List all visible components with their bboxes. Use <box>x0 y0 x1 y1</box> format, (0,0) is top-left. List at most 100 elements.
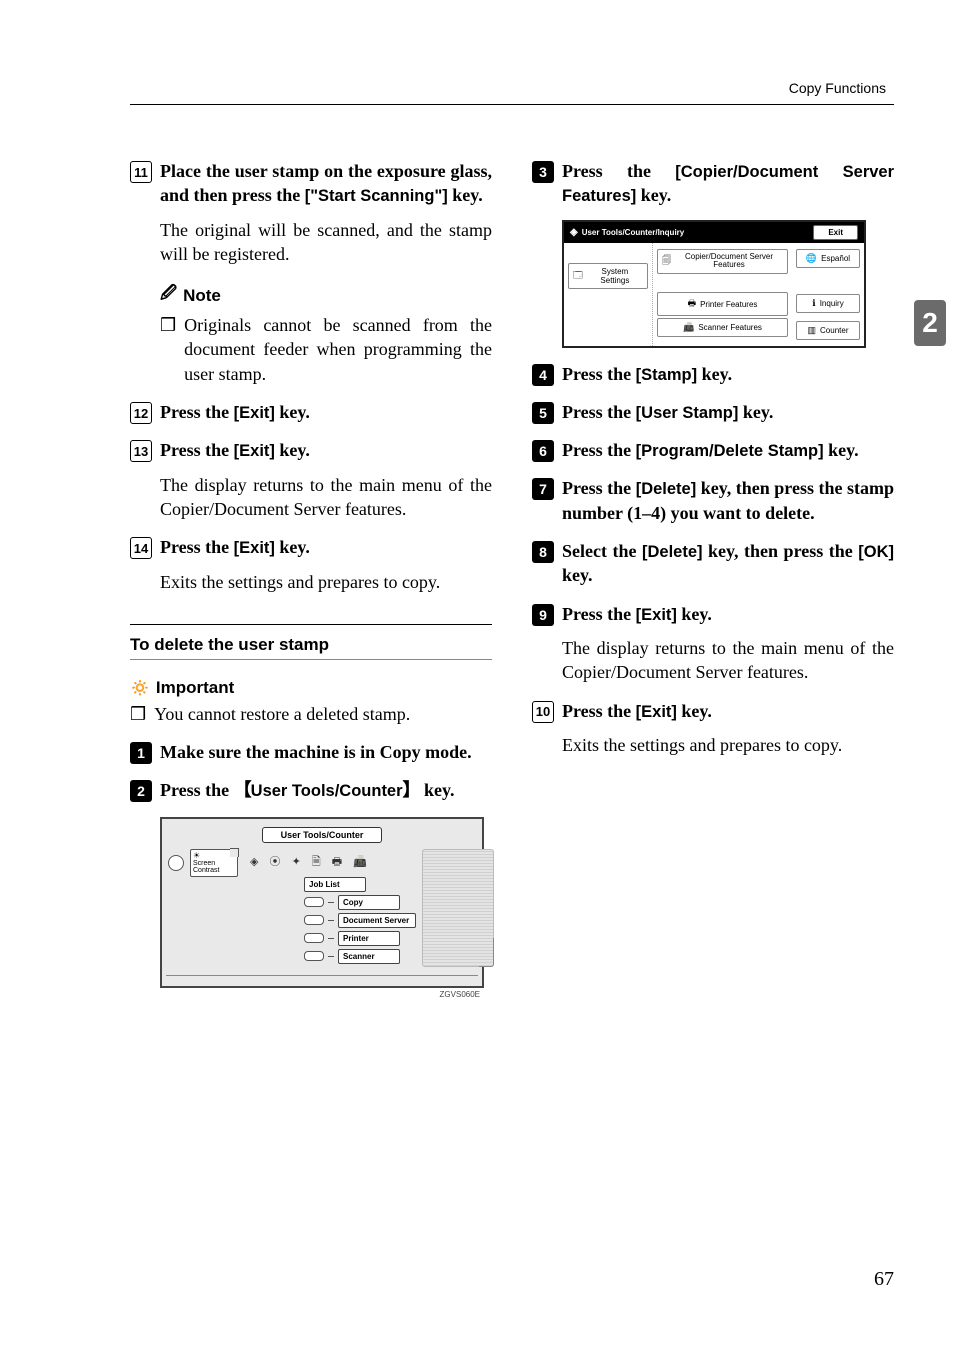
panel-status-icons: ◈ ⦿ ✦ 🗎 🖶 📠 <box>244 849 416 872</box>
screen-copier-features-button: 🗐 Copier/Document Server Features <box>657 249 788 275</box>
step-6: 6 Press the [Program/Delete Stamp] key. <box>532 438 894 462</box>
scanner-icon: 📠 <box>683 322 694 333</box>
step-4: 4 Press the [Stamp] key. <box>532 362 894 386</box>
diamond-icon: ◈ <box>570 227 578 238</box>
step-10: 10 Press the [Exit] key. <box>532 699 894 723</box>
note-label: Note <box>183 286 221 306</box>
step-11-key: ["Start Scanning"] <box>305 187 448 205</box>
step-6-text-a: Press the <box>562 440 636 460</box>
step-8: 8 Select the [Delete] key, then press th… <box>532 539 894 588</box>
step-number-12: 12 <box>130 402 152 424</box>
step-9-key: [Exit] <box>636 606 677 624</box>
step-number-10: 10 <box>532 701 554 723</box>
step-number-2: 2 <box>130 780 152 802</box>
step-12-text-a: Press the <box>160 402 234 422</box>
step-5-key: [User Stamp] <box>636 404 739 422</box>
step-number-13: 13 <box>130 440 152 462</box>
step-14: 14 Press the [Exit] key. <box>130 535 492 559</box>
step-13: 13 Press the [Exit] key. <box>130 438 492 462</box>
step-4-key: [Stamp] <box>636 366 697 384</box>
step-4-text-a: Press the <box>562 364 636 384</box>
screen-scanner-features-button: 📠 Scanner Features <box>657 318 788 337</box>
step-1-text: Make sure the machine is in Copy mode. <box>160 742 472 762</box>
chapter-tab: 2 <box>914 300 946 346</box>
step-number-11: 11 <box>130 161 152 183</box>
step-13-text-b: key. <box>275 440 310 460</box>
step-number-14: 14 <box>130 537 152 559</box>
step-2: 2 Press the 【User Tools/Counter】 key. <box>130 778 492 802</box>
step-3-text-b: key. <box>636 185 671 205</box>
step-7-text-a: Press the <box>562 478 636 498</box>
step-14-key: [Exit] <box>234 539 275 557</box>
step-5-text-b: key. <box>738 402 773 422</box>
step-12-key: [Exit] <box>234 404 275 422</box>
step-7-key1: [Delete] <box>636 480 697 498</box>
step-11-text-b: key. <box>448 185 483 205</box>
screen-language-button: 🌐 Español <box>796 249 860 268</box>
figure-code: ZGVS060E <box>160 990 480 999</box>
step-6-key: [Program/Delete Stamp] <box>636 442 824 460</box>
step-number-4: 4 <box>532 364 554 386</box>
screen-counter-button: ▥ Counter <box>796 321 860 340</box>
step-10-text-a: Press the <box>562 701 636 721</box>
step-8-text-b: key, then press the <box>703 541 859 561</box>
important-label: Important <box>156 678 234 698</box>
panel-scanner-button: Scanner <box>338 949 400 964</box>
step-7: 7 Press the [Delete] key, then press the… <box>532 476 894 525</box>
led-icon <box>304 897 324 907</box>
screen-inquiry-button: ℹ Inquiry <box>796 294 860 313</box>
step-6-text-b: key. <box>824 440 859 460</box>
step-number-3: 3 <box>532 161 554 183</box>
panel-printer-button: Printer <box>338 931 400 946</box>
important-item: ❒ You cannot restore a deleted stamp. <box>130 702 492 726</box>
led-icon <box>304 915 324 925</box>
step-number-6: 6 <box>532 440 554 462</box>
step-14-desc: Exits the settings and prepares to copy. <box>160 570 492 594</box>
step-number-9: 9 <box>532 604 554 626</box>
note-item: ❒ Originals cannot be scanned from the d… <box>160 313 492 386</box>
step-4-text-b: key. <box>697 364 732 384</box>
column-left: 11 Place the user stamp on the exposure … <box>130 145 492 999</box>
panel-title-button: User Tools/Counter <box>262 827 383 843</box>
step-10-desc: Exits the settings and prepares to copy. <box>562 733 894 757</box>
screen-title: User Tools/Counter/Inquiry <box>582 228 685 237</box>
step-3-text-a: Press the <box>562 161 675 181</box>
step-2-text-a: Press the <box>160 780 234 800</box>
panel-side-area <box>422 849 494 967</box>
step-10-key: [Exit] <box>636 703 677 721</box>
running-head: Copy Functions <box>130 80 894 96</box>
step-11: 11 Place the user stamp on the exposure … <box>130 159 492 208</box>
settings-icon: 🗔 <box>573 268 583 284</box>
info-icon: ℹ <box>812 298 815 309</box>
section-underline <box>130 659 492 660</box>
step-14-text-b: key. <box>275 537 310 557</box>
rule-top <box>130 104 894 105</box>
printer-icon: 🖶 <box>688 296 697 312</box>
step-9-desc: The display returns to the main menu of … <box>562 636 894 685</box>
step-12-text-b: key. <box>275 402 310 422</box>
step-2-text-b: key. <box>420 780 455 800</box>
step-9: 9 Press the [Exit] key. <box>532 602 894 626</box>
step-10-text-b: key. <box>677 701 712 721</box>
step-9-text-b: key. <box>677 604 712 624</box>
page-number: 67 <box>874 1268 894 1291</box>
panel-docserver-button: Document Server <box>338 913 416 928</box>
step-13-key: [Exit] <box>234 442 275 460</box>
step-5-text-a: Press the <box>562 402 636 422</box>
step-8-key2: [OK] <box>858 543 894 561</box>
screen-contrast-label: ☀ Screen Contrast <box>190 849 238 877</box>
gear-icon: 🔅 <box>130 678 150 698</box>
bullet-icon: ❒ <box>130 702 146 726</box>
section-title: To delete the user stamp <box>130 635 492 655</box>
bullet-icon: ❒ <box>160 313 176 386</box>
step-number-1: 1 <box>130 742 152 764</box>
copier-icon: 🗐 <box>662 253 671 269</box>
step-8-key1: [Delete] <box>642 543 703 561</box>
bracket-close-icon: 】 <box>403 780 420 800</box>
section-rule <box>130 624 492 625</box>
step-number-8: 8 <box>532 541 554 563</box>
step-13-desc: The display returns to the main menu of … <box>160 473 492 522</box>
note-heading: 🖉 Note <box>160 282 492 309</box>
contrast-dial-icon <box>168 855 184 871</box>
screen-system-settings-button: 🗔 System Settings <box>568 263 648 289</box>
